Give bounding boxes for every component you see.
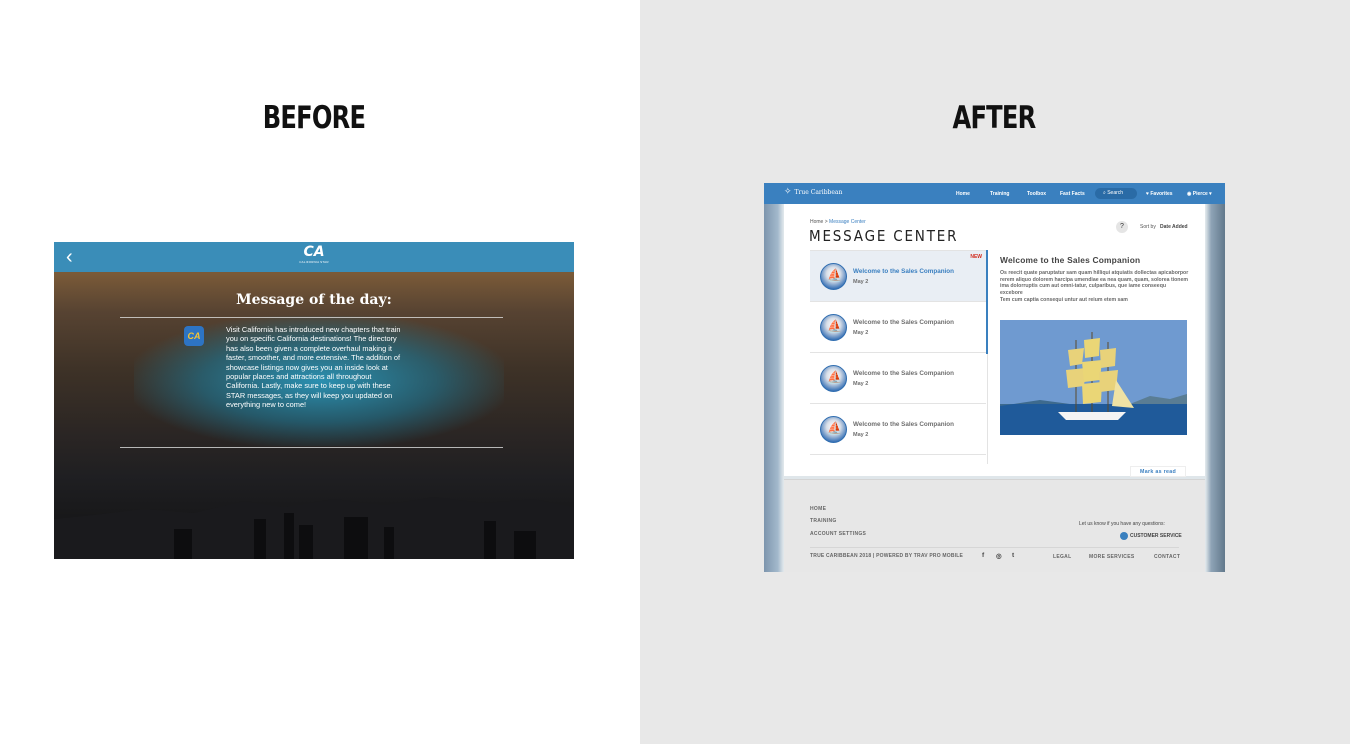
breadcrumb-home[interactable]: Home xyxy=(810,219,823,225)
nav-fast-facts[interactable]: Fast Facts xyxy=(1060,191,1085,197)
logo-sub: CALIFORNIA STAR xyxy=(299,260,329,264)
message-title: Welcome to the Sales Companion xyxy=(853,268,955,275)
brand-bird-icon: ✧ xyxy=(784,187,792,197)
nav-toolbox[interactable]: Toolbox xyxy=(1027,191,1046,197)
footer-divider xyxy=(810,547,1179,548)
after-app-screen: ✧ True Caribbean Home Training Toolbox F… xyxy=(764,183,1225,572)
ship-avatar-icon xyxy=(820,365,847,392)
ship-avatar-icon xyxy=(820,314,847,341)
instagram-icon[interactable]: ◎ xyxy=(996,552,1002,560)
top-nav: ✧ True Caribbean Home Training Toolbox F… xyxy=(764,183,1225,204)
list-scrollbar[interactable] xyxy=(986,250,988,354)
facebook-icon[interactable]: f xyxy=(982,552,984,559)
user-menu[interactable]: ◉ Pierce ▾ xyxy=(1187,191,1212,197)
sort-value: Date Added xyxy=(1160,224,1188,230)
detail-body-line: Tem cum captia consequi untur aut reium … xyxy=(1000,296,1128,303)
detail-body: Os reecit quate paruptatur sam quam hill… xyxy=(1000,270,1190,304)
ship-avatar-icon xyxy=(820,263,847,290)
heart-icon: ♥ xyxy=(1146,191,1149,197)
customer-service-link[interactable]: CUSTOMER SERVICE xyxy=(1120,532,1182,540)
before-top-bar: ‹ CA CALIFORNIA STAR xyxy=(54,242,574,272)
user-icon: ◉ xyxy=(1187,191,1192,197)
list-item[interactable]: Welcome to the Sales Companion May 2 xyxy=(810,302,986,353)
nav-favorites[interactable]: ♥ Favorites xyxy=(1146,191,1173,197)
footer-link-training[interactable]: TRAINING xyxy=(810,518,837,524)
user-name: Pierce xyxy=(1192,191,1208,197)
sort-control[interactable]: Sort by Date Added xyxy=(1140,224,1188,230)
divider-top xyxy=(120,317,503,318)
back-chevron-icon[interactable]: ‹ xyxy=(66,246,86,268)
chat-icon xyxy=(1120,532,1128,540)
breadcrumb: Home > Message Center xyxy=(810,219,866,225)
twitter-icon[interactable]: t xyxy=(1012,552,1014,559)
message-list: Welcome to the Sales Companion May 2 NEW… xyxy=(810,250,986,464)
search-button[interactable]: ⌕ Search xyxy=(1095,188,1137,199)
footer-link-contact[interactable]: CONTACT xyxy=(1154,554,1180,560)
list-item[interactable]: Welcome to the Sales Companion May 2 xyxy=(810,353,986,404)
nav-training[interactable]: Training xyxy=(990,191,1009,197)
content-card: Home > Message Center MESSAGE CENTER ? S… xyxy=(784,204,1205,477)
message-title: Welcome to the Sales Companion xyxy=(853,319,955,326)
list-item[interactable]: Welcome to the Sales Companion May 2 xyxy=(810,404,986,455)
chevron-down-icon: ▾ xyxy=(1209,191,1212,197)
before-app-screen: ‹ CA CALIFORNIA STAR Message of the day:… xyxy=(54,242,574,559)
message-date: May 2 xyxy=(853,330,869,336)
nav-home[interactable]: Home xyxy=(956,191,970,197)
favorites-label: Favorites xyxy=(1150,191,1173,197)
list-item[interactable]: Welcome to the Sales Companion May 2 NEW xyxy=(810,251,986,302)
breadcrumb-current: Message Center xyxy=(829,219,866,225)
breadcrumb-separator: > xyxy=(824,219,828,225)
footer-link-legal[interactable]: LEGAL xyxy=(1053,554,1071,560)
footer-link-home[interactable]: HOME xyxy=(810,506,826,512)
after-heading: AFTER xyxy=(952,100,1037,136)
detail-title: Welcome to the Sales Companion xyxy=(1000,255,1141,265)
site-footer: HOME TRAINING ACCOUNT SETTINGS Let us kn… xyxy=(784,479,1205,572)
after-panel: AFTER ✧ True Caribbean Home Training Too… xyxy=(640,0,1350,744)
brand-logo[interactable]: ✧ True Caribbean xyxy=(784,188,842,197)
message-detail: Welcome to the Sales Companion Os reecit… xyxy=(1000,255,1190,304)
ca-app-icon: CA xyxy=(184,326,204,346)
logo-text: CA xyxy=(303,244,325,260)
detail-body-paragraph: Os reecit quate paruptatur sam quam hill… xyxy=(1000,270,1189,297)
ship-avatar-icon xyxy=(820,416,847,443)
message-body: Visit California has introduced new chap… xyxy=(226,325,401,410)
search-icon: ⌕ xyxy=(1103,190,1106,196)
city-skyline-silhouette xyxy=(54,497,574,559)
message-title: Welcome to the Sales Companion xyxy=(853,421,955,428)
before-panel: BEFORE ‹ CA CALIFORNIA STAR Message of t… xyxy=(0,0,640,744)
message-date: May 2 xyxy=(853,279,869,285)
before-heading: BEFORE xyxy=(262,100,366,136)
search-label: Search xyxy=(1107,190,1124,196)
message-date: May 2 xyxy=(853,381,869,387)
mark-as-read-button[interactable]: Mark as read xyxy=(1130,466,1186,477)
message-title: Welcome to the Sales Companion xyxy=(853,370,955,377)
footer-copyright: TRUE CARIBBEAN 2018 | POWERED BY TRAV PR… xyxy=(810,553,964,559)
tall-ship-image xyxy=(1000,320,1187,435)
footer-link-more-services[interactable]: MORE SERVICES xyxy=(1089,554,1134,560)
sort-label: Sort by xyxy=(1140,224,1156,230)
message-date: May 2 xyxy=(853,432,869,438)
message-of-day-title: Message of the day: xyxy=(236,292,392,308)
customer-service-label: CUSTOMER SERVICE xyxy=(1130,533,1182,539)
divider-bottom xyxy=(120,447,503,448)
california-star-logo: CA CALIFORNIA STAR xyxy=(299,245,329,265)
brand-name: True Caribbean xyxy=(794,189,843,196)
page-title: MESSAGE CENTER xyxy=(809,227,959,245)
footer-link-account-settings[interactable]: ACCOUNT SETTINGS xyxy=(810,531,866,537)
footer-question: Let us know if you have any questions: xyxy=(1079,521,1165,527)
new-badge: NEW xyxy=(970,254,982,260)
help-icon[interactable]: ? xyxy=(1116,221,1128,233)
